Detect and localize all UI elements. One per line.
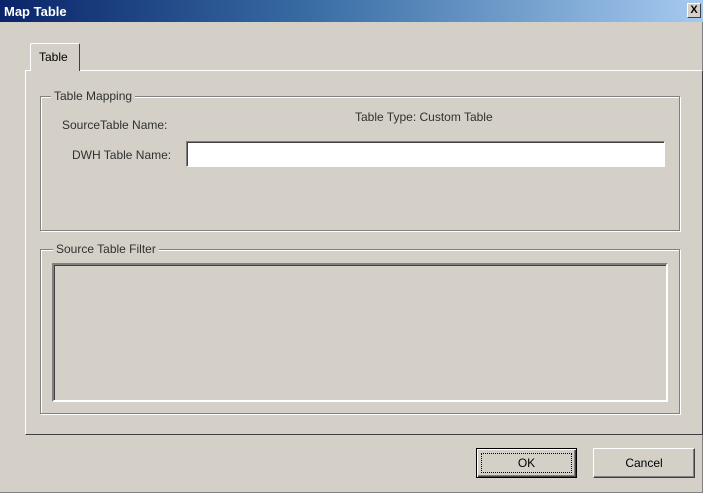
table-type-label: Table Type: Custom Table — [355, 110, 493, 124]
close-icon: X — [690, 4, 698, 16]
dwh-table-name-label: DWH Table Name: — [72, 148, 172, 162]
tab-table[interactable]: Table — [30, 43, 80, 71]
map-table-dialog: Map Table X Table Table Mapping SourceTa… — [0, 0, 703, 493]
ok-button[interactable]: OK — [476, 448, 577, 478]
title-bar[interactable]: Map Table X — [0, 0, 703, 22]
tab-table-label: Table — [39, 50, 68, 64]
source-table-filter-legend: Source Table Filter — [53, 242, 159, 256]
table-mapping-legend: Table Mapping — [51, 89, 136, 103]
dwh-table-name-input[interactable] — [186, 141, 665, 167]
cancel-button-label: Cancel — [625, 456, 663, 470]
close-button[interactable]: X — [687, 3, 701, 18]
source-table-name-label: SourceTable Name: — [62, 118, 168, 132]
window-title: Map Table — [4, 4, 67, 19]
ok-button-label: OK — [517, 456, 536, 470]
cancel-button[interactable]: Cancel — [593, 448, 695, 478]
table-tab-panel: Table Mapping SourceTable Name: Table Ty… — [25, 70, 703, 435]
source-table-filter-box[interactable] — [52, 263, 668, 402]
